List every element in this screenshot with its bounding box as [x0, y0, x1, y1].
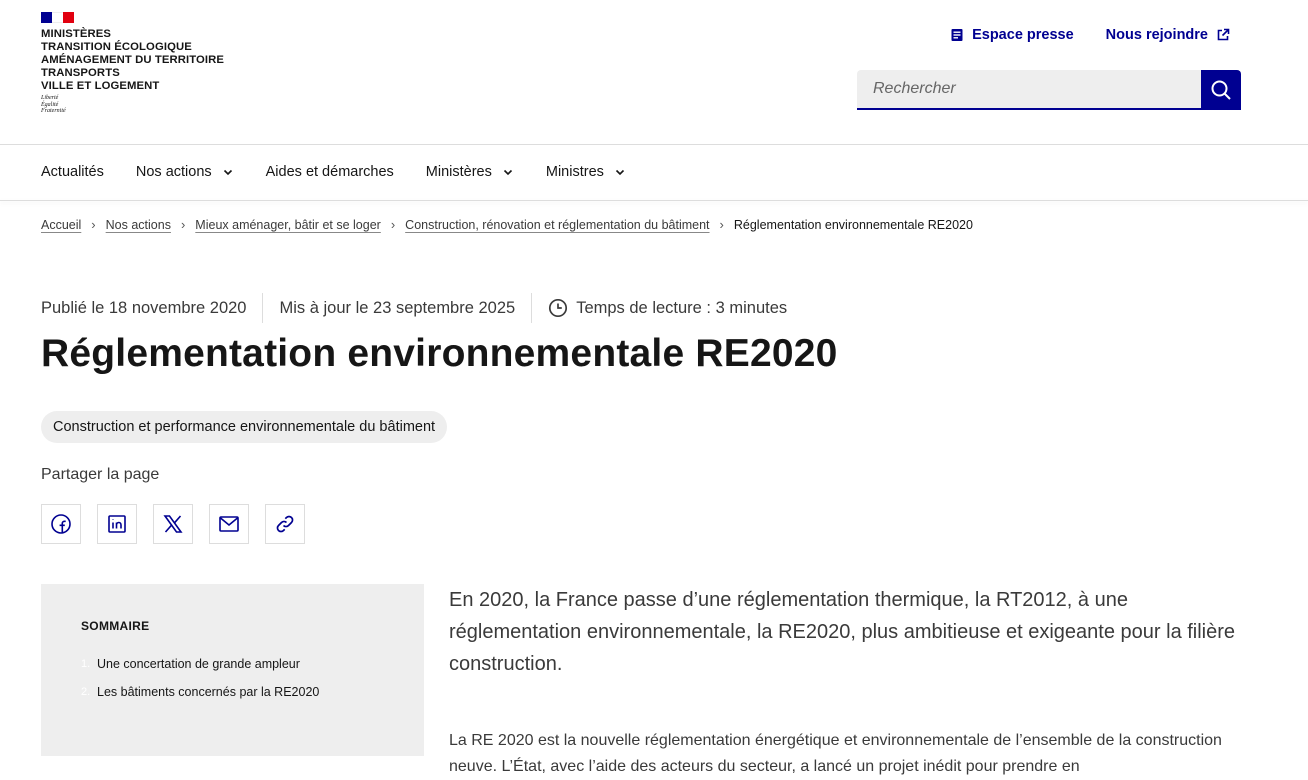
- chevron-right-icon: ›: [91, 217, 96, 232]
- facebook-icon: [51, 514, 71, 534]
- page-title: Réglementation environnementale RE2020: [41, 332, 838, 375]
- breadcrumb: Accueil › Nos actions › Mieux aménager, …: [41, 217, 973, 232]
- toc-link-consultation[interactable]: Une concertation de grande ampleur: [97, 657, 300, 671]
- header-tools: Espace presse Nous rejoindre: [950, 27, 1230, 43]
- motto-line: Fraternité: [41, 108, 66, 114]
- share-facebook-button[interactable]: [41, 504, 81, 544]
- link-icon: [276, 515, 294, 533]
- toc-list: 1. Une concertation de grande ampleur 2.…: [81, 654, 319, 710]
- article-meta: Publié le 18 novembre 2020 Mis à jour le…: [41, 293, 787, 323]
- toc-link-buildings[interactable]: Les bâtiments concernés par la RE2020: [97, 685, 319, 699]
- mail-icon: [219, 516, 239, 532]
- nav-item-aid-procedures[interactable]: Aides et démarches: [266, 164, 394, 180]
- nav-divider: [0, 200, 1308, 201]
- share-email-button[interactable]: [209, 504, 249, 544]
- chevron-down-icon: [503, 169, 512, 176]
- main-navigation: Actualités Nos actions Aides et démarche…: [41, 146, 658, 198]
- nav-item-label: Aides et démarches: [265, 164, 394, 180]
- external-link-icon: [1217, 28, 1230, 41]
- nav-item-ministries[interactable]: Ministères: [426, 164, 514, 180]
- join-us-label: Nous rejoindre: [1105, 27, 1208, 43]
- site-header: MINISTÈRES TRANSITION ÉCOLOGIQUE AMÉNAGE…: [0, 0, 1308, 145]
- nav-item-label: Nos actions: [135, 164, 212, 180]
- reading-time-label: Temps de lecture : 3 minutes: [576, 298, 788, 317]
- republic-motto: Liberté Égalité Fraternité: [41, 95, 251, 115]
- breadcrumb-link-construction[interactable]: Construction, rénovation et réglementati…: [405, 218, 709, 232]
- search-button[interactable]: [1201, 70, 1241, 110]
- toc-item: 2. Les bâtiments concernés par la RE2020: [81, 674, 319, 710]
- nav-item-our-actions[interactable]: Nos actions: [136, 164, 234, 180]
- toc-title: SOMMAIRE: [81, 619, 150, 633]
- toc-item-number: 1.: [81, 658, 91, 670]
- meta-divider: [531, 293, 533, 323]
- nav-item-news[interactable]: Actualités: [41, 164, 104, 180]
- topic-tag[interactable]: Construction et performance environnemen…: [41, 411, 448, 443]
- press-space-label: Espace presse: [972, 27, 1074, 43]
- share-linkedin-button[interactable]: [97, 504, 137, 544]
- press-space-link[interactable]: Espace presse: [950, 27, 1074, 43]
- ministry-name-line: MINISTÈRES: [41, 28, 112, 40]
- ministry-name-line: TRANSPORTS: [41, 67, 120, 79]
- linkedin-icon: [108, 515, 126, 533]
- copy-link-button[interactable]: [265, 504, 305, 544]
- share-buttons: [41, 504, 305, 544]
- meta-divider: [262, 293, 264, 323]
- table-of-contents: SOMMAIRE 1. Une concertation de grande a…: [41, 584, 424, 756]
- ministry-name-line: AMÉNAGEMENT DU TERRITOIRE: [41, 54, 225, 66]
- ministry-logo[interactable]: MINISTÈRES TRANSITION ÉCOLOGIQUE AMÉNAGE…: [41, 12, 251, 115]
- reading-time: Temps de lecture : 3 minutes: [548, 293, 787, 323]
- breadcrumb-current: Réglementation environnementale RE2020: [733, 217, 973, 232]
- article-lead: En 2020, la France passe d’une réglement…: [449, 589, 1236, 675]
- marianne-logo-icon: [41, 12, 74, 23]
- breadcrumb-link-better-planning[interactable]: Mieux aménager, bâtir et se loger: [195, 218, 381, 232]
- join-us-link[interactable]: Nous rejoindre: [1106, 27, 1230, 43]
- chevron-down-icon: [223, 169, 232, 176]
- ministry-name-line: TRANSITION ÉCOLOGIQUE: [41, 41, 192, 53]
- chevron-right-icon: ›: [390, 217, 396, 232]
- nav-item-ministers[interactable]: Ministres: [546, 164, 626, 180]
- newspaper-icon: [951, 29, 963, 41]
- share-x-button[interactable]: [153, 504, 193, 544]
- toc-item-number: 2.: [81, 686, 91, 698]
- chevron-down-icon: [615, 169, 624, 176]
- search-input[interactable]: [857, 70, 1201, 110]
- chevron-right-icon: ›: [719, 217, 724, 232]
- ministry-name: MINISTÈRES TRANSITION ÉCOLOGIQUE AMÉNAGE…: [41, 28, 251, 93]
- article-body: La RE 2020 est la nouvelle réglementatio…: [449, 732, 1222, 775]
- nav-item-label: Ministres: [545, 164, 604, 180]
- chevron-right-icon: ›: [180, 217, 186, 232]
- ministry-name-line: VILLE ET LOGEMENT: [41, 80, 160, 92]
- nav-item-label: Actualités: [41, 164, 104, 180]
- x-icon: [163, 515, 183, 533]
- breadcrumb-link-home[interactable]: Accueil: [41, 218, 81, 232]
- search-icon: [1211, 80, 1231, 100]
- clock-icon: [549, 298, 568, 318]
- updated-date: Mis à jour le 23 septembre 2025: [279, 298, 516, 317]
- share-label: Partager la page: [41, 466, 160, 483]
- breadcrumb-link-our-actions[interactable]: Nos actions: [106, 218, 171, 232]
- search-bar: [857, 70, 1241, 110]
- nav-item-label: Ministères: [425, 164, 492, 180]
- published-date: Publié le 18 novembre 2020: [41, 298, 247, 317]
